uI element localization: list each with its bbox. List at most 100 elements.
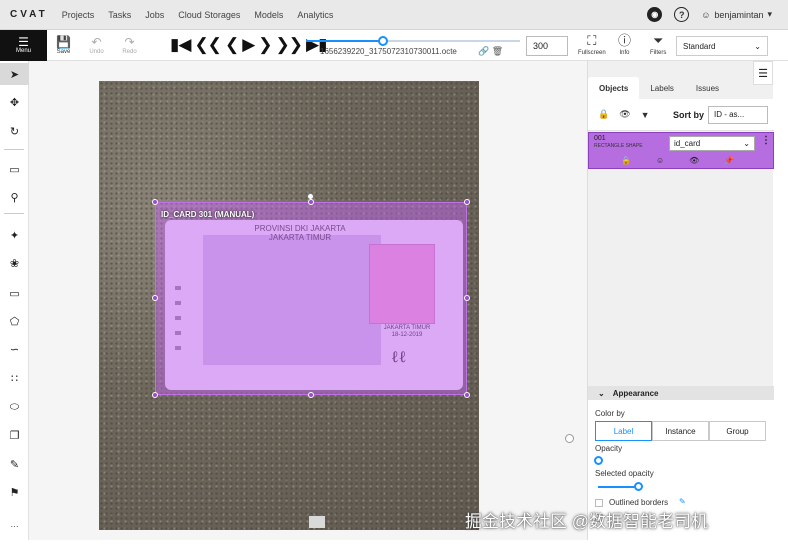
rotate-icon[interactable]: ↻: [0, 120, 29, 142]
tab-labels[interactable]: Labels: [639, 77, 685, 99]
resize-handle[interactable]: [152, 295, 158, 301]
points-icon[interactable]: ∷: [0, 367, 29, 389]
object-id: 001: [594, 135, 606, 142]
selected-opacity-slider-handle[interactable]: [634, 482, 643, 491]
nav-link-models[interactable]: Models: [254, 10, 283, 20]
slider-handle[interactable]: [378, 36, 389, 46]
color-by-group-button[interactable]: Group: [709, 421, 766, 441]
chevron-down-icon: ⌄: [598, 388, 605, 398]
github-icon[interactable]: ◉: [647, 7, 663, 22]
nav-link-jobs[interactable]: Jobs: [145, 10, 164, 20]
appearance-header[interactable]: ⌄ Appearance: [588, 386, 774, 400]
delete-frame-icon[interactable]: 🗑: [492, 46, 503, 56]
tag-icon[interactable]: ⚑: [0, 481, 29, 503]
lock-all-icon[interactable]: 🔒: [598, 109, 609, 120]
resize-handle[interactable]: [152, 199, 158, 205]
filter-icon: ⏷: [652, 33, 664, 48]
nav-link-analytics[interactable]: Analytics: [297, 10, 333, 20]
nav-link-projects[interactable]: Projects: [62, 10, 95, 20]
sidebar-collapse-icon[interactable]: ☰: [753, 61, 773, 85]
resize-handle[interactable]: [464, 199, 470, 205]
object-menu-icon[interactable]: ⋮: [761, 135, 771, 146]
ellipse-icon[interactable]: ⬭: [0, 396, 29, 418]
menu-label: Menu: [15, 47, 31, 54]
zoom-region-icon[interactable]: ⚲: [0, 186, 29, 208]
resize-handle[interactable]: [152, 392, 158, 398]
redo-button[interactable]: ↷ Redo: [113, 35, 146, 55]
fast-backward-icon[interactable]: ❮❮: [194, 35, 221, 55]
menu-button[interactable]: ☰ Menu: [0, 29, 47, 61]
info-button[interactable]: ⓘ Info: [618, 32, 631, 56]
info-icon: ⓘ: [618, 33, 632, 48]
fullscreen-button[interactable]: ⛶ Fullscreen: [578, 32, 606, 56]
workspace-value: Standard: [683, 41, 716, 51]
canvas-scroll-handle[interactable]: [309, 516, 325, 528]
link-icon[interactable]: 🔗: [478, 46, 489, 56]
person-icon[interactable]: ☺: [656, 156, 664, 165]
cvat-logo[interactable]: CVAT: [10, 9, 48, 20]
bounding-box-label: ID_CARD 301 (MANUAL): [161, 210, 255, 219]
frame-slider[interactable]: 1656239220_3175072310730011.octe 🔗 🗑: [306, 30, 520, 61]
ai-tools-icon[interactable]: ❀: [0, 252, 29, 274]
pin-icon[interactable]: 📌: [724, 156, 734, 165]
fit-icon[interactable]: ▭: [0, 158, 29, 180]
fast-forward-icon[interactable]: ❯❯: [276, 35, 303, 55]
username: benjamintan: [714, 9, 764, 20]
edit-color-icon[interactable]: ✎: [679, 497, 686, 506]
resize-handle[interactable]: [308, 392, 314, 398]
save-button[interactable]: 💾 Save: [47, 35, 80, 55]
help-icon[interactable]: ?: [674, 7, 690, 22]
outlined-borders-checkbox[interactable]: [595, 499, 603, 507]
play-icon[interactable]: ▶: [242, 35, 255, 55]
lock-icon[interactable]: 🔒: [621, 156, 631, 165]
undo-button[interactable]: ↶ Undo: [80, 35, 113, 55]
frame-filename: 1656239220_3175072310730011.octe: [320, 47, 457, 56]
color-by-group: Label Instance Group: [595, 421, 766, 441]
resize-handle[interactable]: [308, 199, 314, 205]
frame-number-input[interactable]: 300: [526, 36, 568, 56]
color-by-instance-button[interactable]: Instance: [652, 421, 709, 441]
appearance-title: Appearance: [612, 388, 659, 398]
nav-link-tasks[interactable]: Tasks: [108, 10, 131, 20]
annotation-canvas[interactable]: PROVINSI DKI JAKARTA JAKARTA TIMUR JAKAR…: [29, 61, 587, 540]
previous-frame-icon[interactable]: ❮: [225, 35, 239, 55]
filename-actions: 🔗 🗑: [478, 46, 503, 57]
bounding-box[interactable]: [155, 202, 467, 395]
polyline-icon[interactable]: ∽: [0, 338, 29, 360]
user-menu[interactable]: ☺ benjamintan ▾: [701, 9, 772, 20]
eye-icon[interactable]: 👁: [689, 156, 699, 165]
workspace-select[interactable]: Standard ⌄: [676, 36, 768, 56]
watermark: 掘金技术社区 @数据智能老司机: [465, 512, 708, 531]
tab-objects[interactable]: Objects: [588, 77, 640, 99]
cursor-icon[interactable]: ➤: [0, 63, 29, 85]
resize-handle[interactable]: [464, 392, 470, 398]
next-frame-icon[interactable]: ❯: [258, 35, 272, 55]
object-item[interactable]: 001 RECTANGLE SHAPE id_card ⌄ ⋮ 🔒 ☺ 👁 📌: [588, 132, 774, 169]
canvas-point[interactable]: [565, 434, 574, 443]
move-icon[interactable]: ✥: [0, 91, 29, 113]
rectangle-icon[interactable]: ▭: [0, 282, 29, 304]
sort-select[interactable]: ID - as...: [708, 105, 768, 124]
frame-image: PROVINSI DKI JAKARTA JAKARTA TIMUR JAKAR…: [99, 81, 479, 530]
more-tools-icon[interactable]: ···: [0, 515, 29, 537]
magic-wand-icon[interactable]: ✦: [0, 224, 29, 246]
resize-handle[interactable]: [464, 295, 470, 301]
collapse-all-icon[interactable]: ▼: [641, 110, 650, 120]
first-frame-icon[interactable]: ▮◀: [170, 35, 191, 55]
opacity-label: Opacity: [595, 444, 623, 453]
hide-all-icon[interactable]: 👁: [619, 109, 630, 120]
player-controls: ▮◀ ❮❮ ❮ ▶ ❯ ❯❯ ▶▮: [170, 35, 327, 55]
hamburger-icon: ☰: [18, 34, 29, 49]
color-by-label-button[interactable]: Label: [595, 421, 652, 441]
divider: [4, 149, 24, 150]
polygon-icon[interactable]: ⬠: [0, 310, 29, 332]
brush-icon[interactable]: ✎: [0, 453, 29, 475]
nav-link-cloud-storages[interactable]: Cloud Storages: [178, 10, 240, 20]
undo-label: Undo: [89, 49, 104, 55]
tab-issues[interactable]: Issues: [685, 77, 730, 99]
filters-button[interactable]: ⏷ Filters: [650, 32, 666, 56]
save-icon: 💾: [56, 35, 71, 49]
object-label-select[interactable]: id_card ⌄: [669, 136, 755, 151]
cuboid-icon[interactable]: ❐: [0, 424, 29, 446]
opacity-slider-handle[interactable]: [594, 456, 603, 465]
